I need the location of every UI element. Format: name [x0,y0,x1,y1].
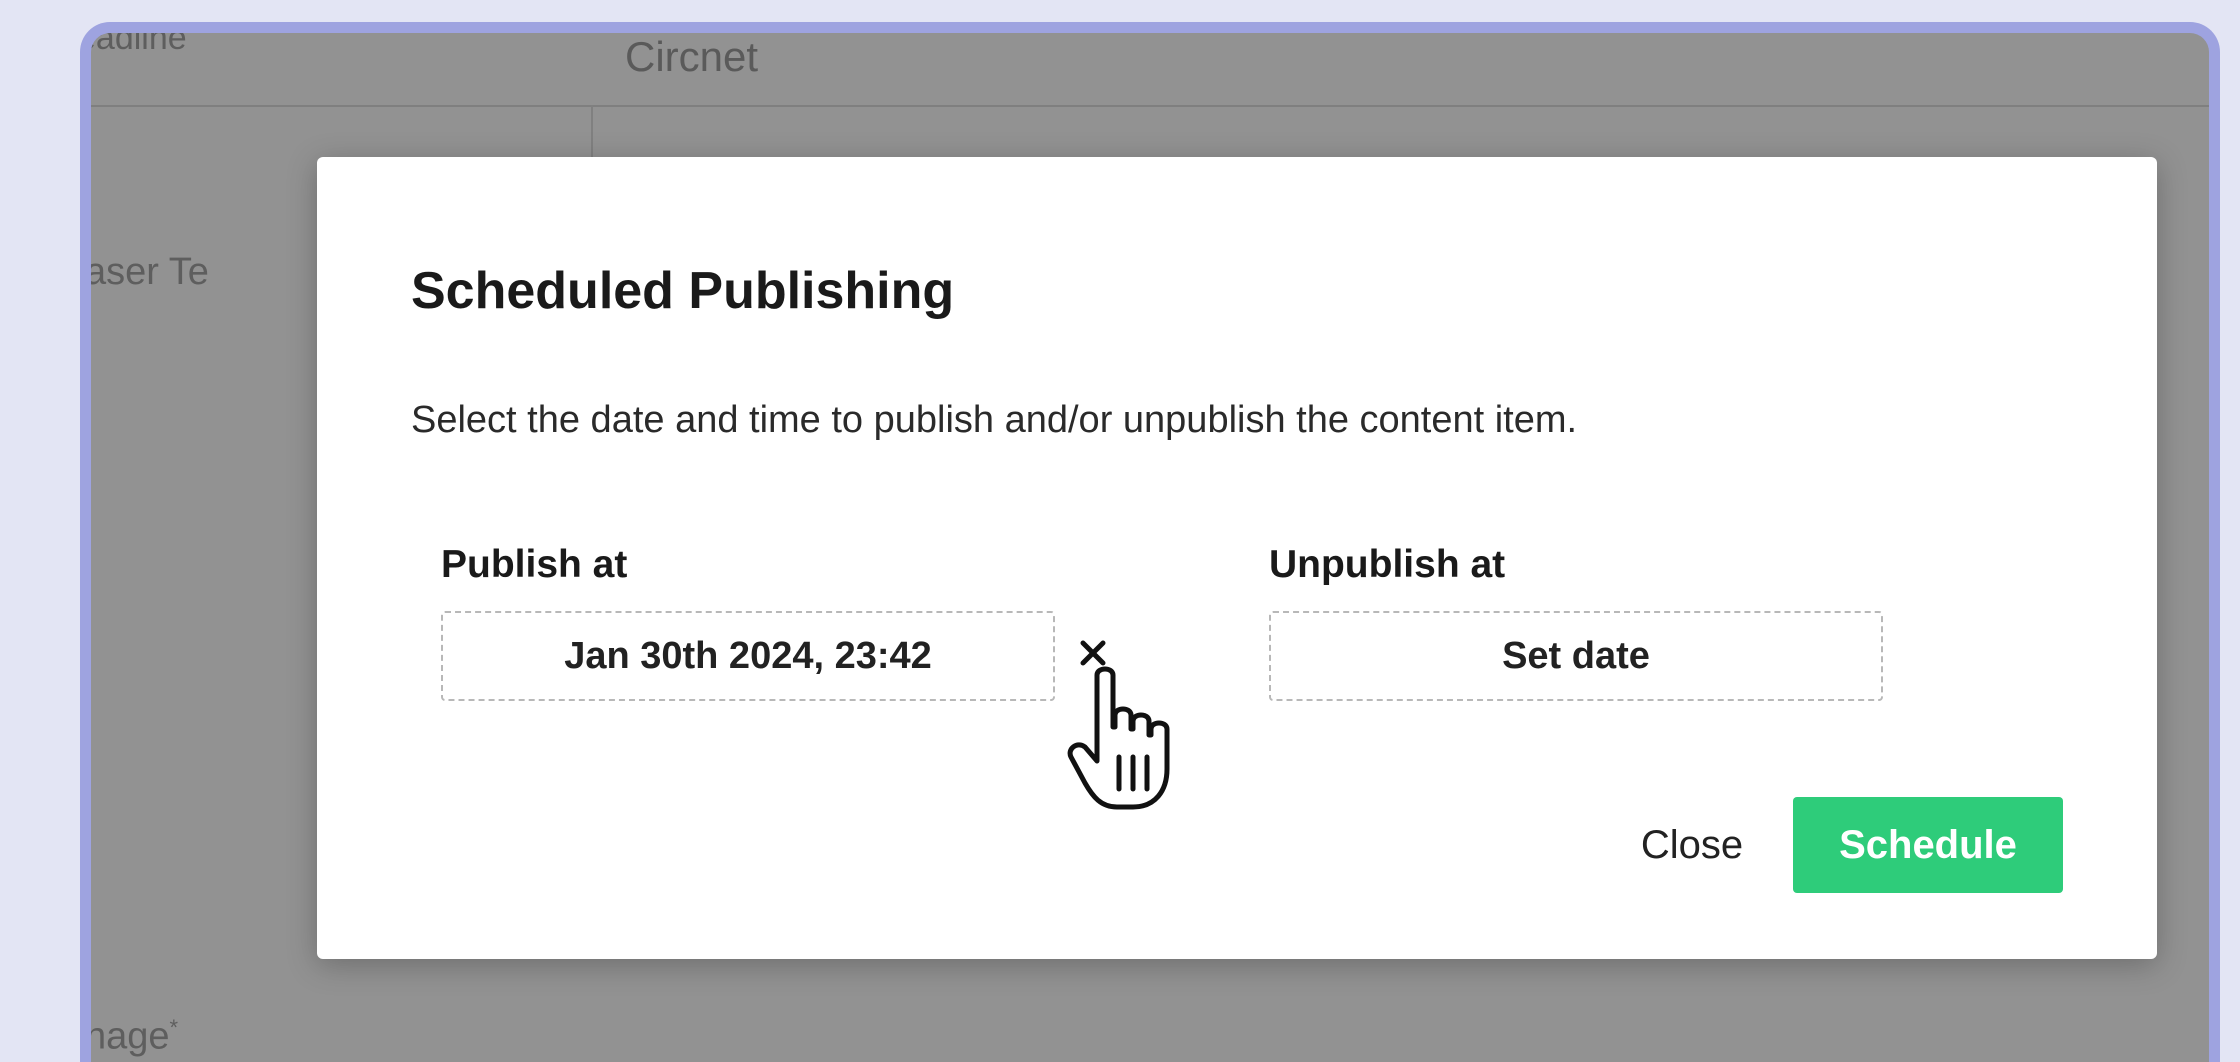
dialog-title: Scheduled Publishing [411,262,955,320]
background-teaser-label: aser Te [85,251,209,293]
schedule-button[interactable]: Schedule [1793,797,2063,893]
background-image-label: nage* [85,1015,179,1059]
background-headline-value: Circnet [625,33,759,80]
dialog-description: Select the date and time to publish and/… [411,399,1578,441]
close-button[interactable]: Close [1617,797,1767,893]
scheduled-publishing-dialog: Scheduled Publishing Select the date and… [317,157,2157,959]
background-image-label-text: nage [85,1015,170,1058]
close-icon [1080,640,1106,666]
unpublish-date-button[interactable]: Set date [1269,611,1883,701]
app-window: eadline Circnet aser Te nage* Scheduled … [80,22,2220,1062]
required-mark: * [169,1015,179,1040]
publish-date-button[interactable]: Jan 30th 2024, 23:42 [441,611,1055,701]
background-headline-label: eadline [80,22,187,57]
clear-publish-date-button[interactable] [1073,633,1113,673]
publish-at-label: Publish at [441,543,628,586]
unpublish-at-label: Unpublish at [1269,543,1506,586]
background-field-box [591,105,2209,165]
